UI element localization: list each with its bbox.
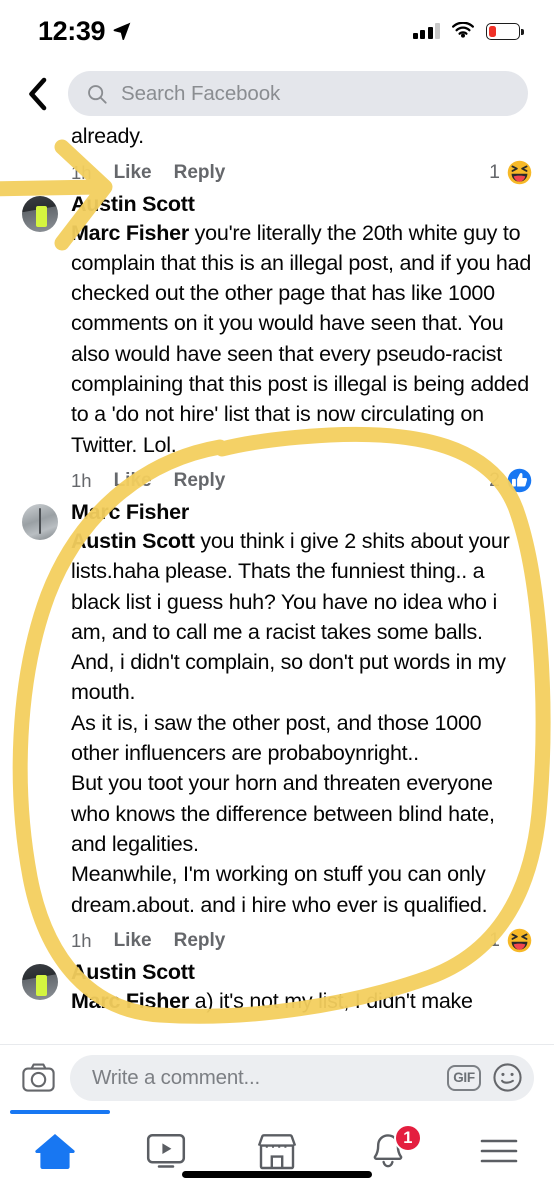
app-header: Search Facebook bbox=[0, 62, 554, 125]
reaction-count: 1 bbox=[489, 161, 500, 184]
back-button[interactable] bbox=[18, 73, 56, 115]
search-icon bbox=[88, 84, 107, 104]
like-button[interactable]: Like bbox=[114, 470, 152, 492]
comment-meta: 1h Like Reply 1 bbox=[71, 924, 532, 958]
tab-watch[interactable] bbox=[111, 1110, 222, 1192]
cellular-signal-icon bbox=[412, 23, 440, 39]
comment-item: Austin Scott Marc Fisher a) it's not my … bbox=[22, 958, 532, 1016]
location-arrow-icon bbox=[113, 22, 131, 41]
reaction-summary[interactable]: 1 bbox=[489, 160, 532, 185]
search-placeholder: Search Facebook bbox=[121, 81, 281, 105]
reply-button[interactable]: Reply bbox=[174, 930, 226, 952]
haha-emoji bbox=[507, 929, 532, 953]
avatar[interactable] bbox=[22, 195, 58, 232]
comment-body: Austin Scott Marc Fisher a) it's not my … bbox=[71, 958, 532, 1016]
comment-body: Austin Scott Marc Fisher you're literall… bbox=[71, 190, 532, 498]
comment-body-text: you think i give 2 shits about your list… bbox=[71, 528, 510, 917]
comment-mention[interactable]: Marc Fisher bbox=[71, 221, 189, 245]
status-bar-left: 12:39 bbox=[38, 16, 132, 47]
comment-mention[interactable]: Marc Fisher bbox=[71, 989, 189, 1013]
comment-body-text: a) it's not my list, I didn't make bbox=[188, 988, 473, 1013]
battery-low-icon bbox=[486, 22, 524, 40]
storefront-icon bbox=[257, 1133, 297, 1169]
home-icon bbox=[35, 1134, 76, 1169]
comments-feed[interactable]: It really is surprising this wasn't take… bbox=[0, 125, 554, 1044]
comment-placeholder: Write a comment... bbox=[92, 1065, 261, 1089]
like-thumbs-up-emoji bbox=[507, 469, 532, 493]
comment-time: 1h bbox=[71, 469, 92, 491]
reply-button[interactable]: Reply bbox=[174, 162, 226, 184]
chevron-left-icon bbox=[28, 77, 46, 110]
reaction-summary[interactable]: 1 bbox=[489, 928, 532, 953]
comment-text: Marc Fisher a) it's not my list, I didn'… bbox=[71, 986, 532, 1016]
avatar[interactable] bbox=[22, 503, 58, 540]
camera-button[interactable] bbox=[22, 1063, 55, 1092]
active-tab-indicator bbox=[10, 1110, 110, 1114]
video-play-icon bbox=[147, 1133, 186, 1168]
comment-text: Austin Scott you think i give 2 shits ab… bbox=[71, 526, 532, 920]
like-button[interactable]: Like bbox=[114, 162, 152, 184]
status-bar: 12:39 bbox=[0, 0, 554, 62]
comment-body: It really is surprising this wasn't take… bbox=[71, 125, 532, 190]
comment-input[interactable]: Write a comment... GIF bbox=[70, 1054, 534, 1101]
comment-author[interactable]: Austin Scott bbox=[71, 958, 532, 986]
hamburger-menu-icon bbox=[480, 1139, 517, 1163]
tab-notifications[interactable]: 1 bbox=[332, 1110, 443, 1192]
comment-item: Marc Fisher Austin Scott you think i giv… bbox=[22, 498, 532, 958]
emoji-button[interactable] bbox=[493, 1063, 522, 1092]
comment-time: 1h bbox=[71, 929, 92, 951]
tab-home[interactable] bbox=[0, 1110, 111, 1192]
home-indicator bbox=[182, 1171, 372, 1178]
like-button[interactable]: Like bbox=[114, 930, 152, 952]
bottom-tab-bar: 1 bbox=[0, 1110, 554, 1192]
search-input[interactable]: Search Facebook bbox=[68, 71, 528, 116]
gif-button[interactable]: GIF bbox=[447, 1064, 481, 1091]
reaction-count: 1 bbox=[489, 929, 500, 952]
comment-time: 1h bbox=[71, 161, 92, 183]
reaction-count: 2 bbox=[489, 469, 500, 492]
comment-mention[interactable]: Austin Scott bbox=[71, 529, 195, 553]
status-bar-right bbox=[412, 22, 524, 40]
wifi-icon bbox=[452, 22, 474, 38]
comment-item: Austin Scott Marc Fisher you're literall… bbox=[22, 190, 532, 498]
tab-marketplace[interactable] bbox=[222, 1110, 333, 1192]
status-bar-time: 12:39 bbox=[38, 15, 106, 46]
notification-badge: 1 bbox=[393, 1124, 422, 1152]
smiley-face-icon bbox=[493, 1063, 522, 1092]
comment-text: It really is surprising this wasn't take… bbox=[71, 125, 144, 149]
comment-author[interactable]: Austin Scott bbox=[71, 190, 532, 218]
comment-body: Marc Fisher Austin Scott you think i giv… bbox=[71, 498, 532, 958]
haha-emoji bbox=[507, 160, 532, 185]
comment-meta: 1h Like Reply 2 bbox=[71, 464, 532, 498]
tab-menu[interactable] bbox=[443, 1110, 554, 1192]
facebook-comments-screen: 12:39 Search Facebook already. 1h Like R… bbox=[0, 0, 554, 1200]
reaction-summary[interactable]: 2 bbox=[489, 468, 532, 493]
reply-button[interactable]: Reply bbox=[174, 470, 226, 492]
comment-composer: Write a comment... GIF bbox=[0, 1044, 554, 1110]
comment-text: Marc Fisher you're literally the 20th wh… bbox=[71, 218, 532, 460]
comment-meta: 1h Like Reply 1 bbox=[71, 156, 532, 190]
avatar[interactable] bbox=[22, 963, 58, 1000]
camera-icon bbox=[22, 1063, 55, 1092]
comment-body-text: you're literally the 20th white guy to c… bbox=[71, 220, 537, 457]
comment-author[interactable]: Marc Fisher bbox=[71, 498, 532, 526]
comment-item: It really is surprising this wasn't take… bbox=[22, 125, 532, 190]
